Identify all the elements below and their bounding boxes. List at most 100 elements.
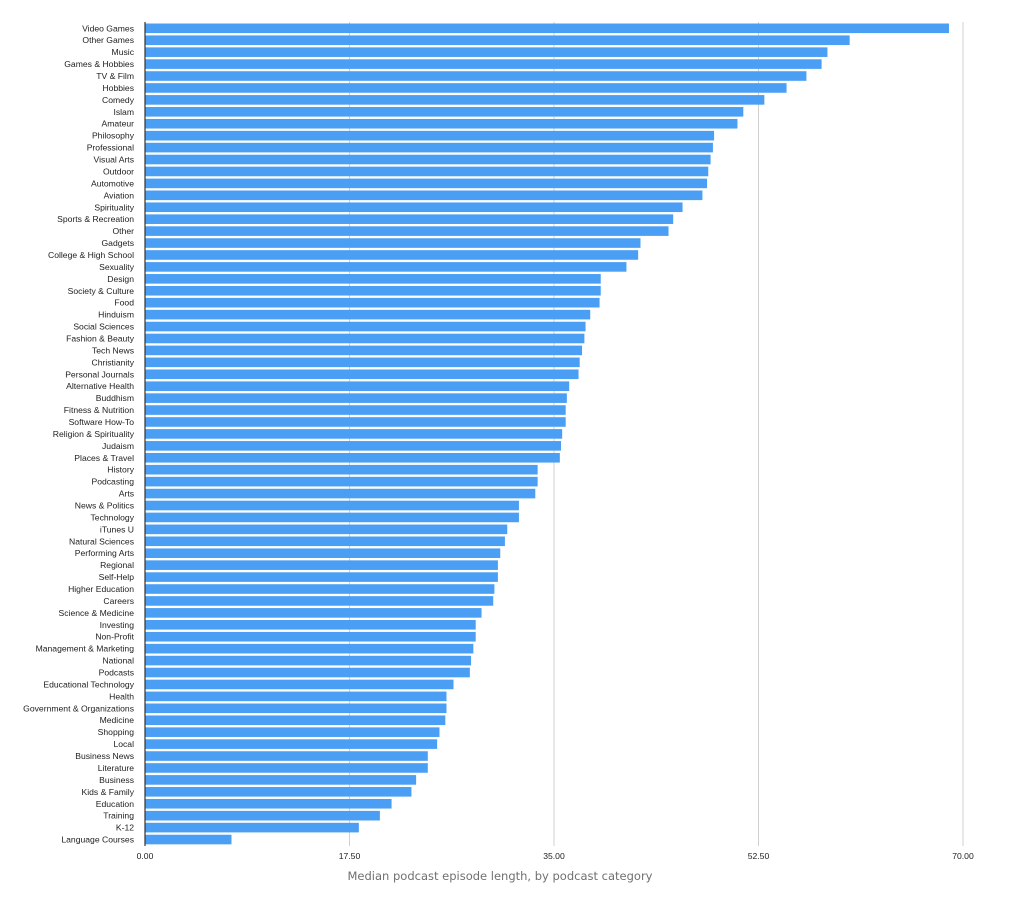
bar [145,47,828,57]
bar [145,417,566,427]
category-label: Education [96,799,134,809]
category-label: College & High School [48,250,134,260]
bar [145,321,586,332]
bar [145,274,601,284]
bar [145,333,585,344]
category-label: Business [99,775,134,785]
category-label: Arts [119,489,134,499]
bar [145,130,715,141]
category-label: Regional [100,560,134,570]
bar [145,214,674,224]
category-label: Visual Arts [94,155,134,165]
bar [145,488,536,499]
category-label: Podcasts [99,668,134,678]
bars [145,23,949,845]
category-label: Kids & Family [81,787,134,797]
bar [145,142,713,153]
category-label: Hobbies [102,83,134,93]
bar [145,23,949,34]
category-label: Design [107,274,134,284]
bar [145,608,482,618]
category-label: Self-Help [99,572,135,582]
bar [145,834,232,845]
category-label: Gadgets [102,238,135,248]
category-label: Sexuality [99,262,135,272]
category-label: Music [112,47,135,57]
bar [145,596,494,606]
category-label: Investing [100,620,135,630]
bar [145,715,446,726]
category-label: Literature [98,763,135,773]
bar [145,285,601,296]
category-label: iTunes U [100,524,134,534]
bar [145,262,627,272]
bar [145,464,538,475]
bar [145,524,508,535]
category-label: Management & Marketing [36,644,135,654]
category-label: Local [113,739,134,749]
category-label: Amateur [102,119,135,129]
category-label: History [107,465,134,475]
bar [145,655,472,666]
category-label: TV & Film [96,71,134,81]
bar [145,548,501,559]
bar [145,643,474,654]
bar [145,429,563,439]
category-label: Shopping [98,727,135,737]
x-tick-label: 35.00 [543,851,565,861]
category-label: Educational Technology [43,679,134,689]
category-label: Science & Medicine [59,608,135,618]
category-label: Hinduism [98,310,134,320]
bar [145,787,412,797]
bar [145,500,519,511]
category-label: Tech News [92,345,134,355]
bar [145,226,669,236]
category-label: Islam [113,107,134,117]
x-tick-labels: 0.00 17.50 35.00 52.50 70.00 [137,851,974,861]
category-label: Careers [103,596,134,606]
x-tick-label: 0.00 [137,851,154,861]
category-label: Philosophy [92,131,135,141]
bar [145,71,807,81]
category-label: News & Politics [75,501,134,511]
bar [145,118,738,129]
bar [145,393,567,403]
category-label: Technology [91,512,135,522]
x-tick-label: 70.00 [952,851,974,861]
bar [145,751,428,761]
x-tick-label: 52.50 [748,851,770,861]
bar [145,822,359,833]
category-label: Christianity [91,357,134,367]
category-label: Food [114,298,134,308]
category-label: Spirituality [94,202,134,212]
bar [145,83,787,93]
category-label: Games & Hobbies [64,59,134,69]
bar [145,775,417,785]
bar [145,369,579,380]
category-label: Outdoor [103,166,134,176]
category-label: Automotive [91,178,134,188]
bar [145,727,440,737]
category-label: Business News [75,751,134,761]
category-label: Performing Arts [75,548,134,558]
bar [145,667,470,678]
bar [145,512,519,523]
category-label: Government & Organizations [23,703,134,713]
bar [145,345,583,356]
category-labels: Video Games Other Games Music Games & Hobbi… [23,23,135,844]
category-label: Alternative Health [66,381,134,391]
bar [145,107,744,117]
category-label: Other [113,226,135,236]
bar [145,154,711,165]
bar [145,309,591,320]
bar [145,584,495,594]
bar [145,572,498,582]
category-label: Aviation [104,190,135,200]
category-label: Personal Journals [65,369,134,379]
bar [145,250,639,260]
category-label: Fitness & Nutrition [64,405,134,415]
category-label: National [102,656,134,666]
chart-caption: Median podcast episode length, by podcas… [347,869,653,883]
bar [145,297,600,308]
bar [145,190,703,201]
